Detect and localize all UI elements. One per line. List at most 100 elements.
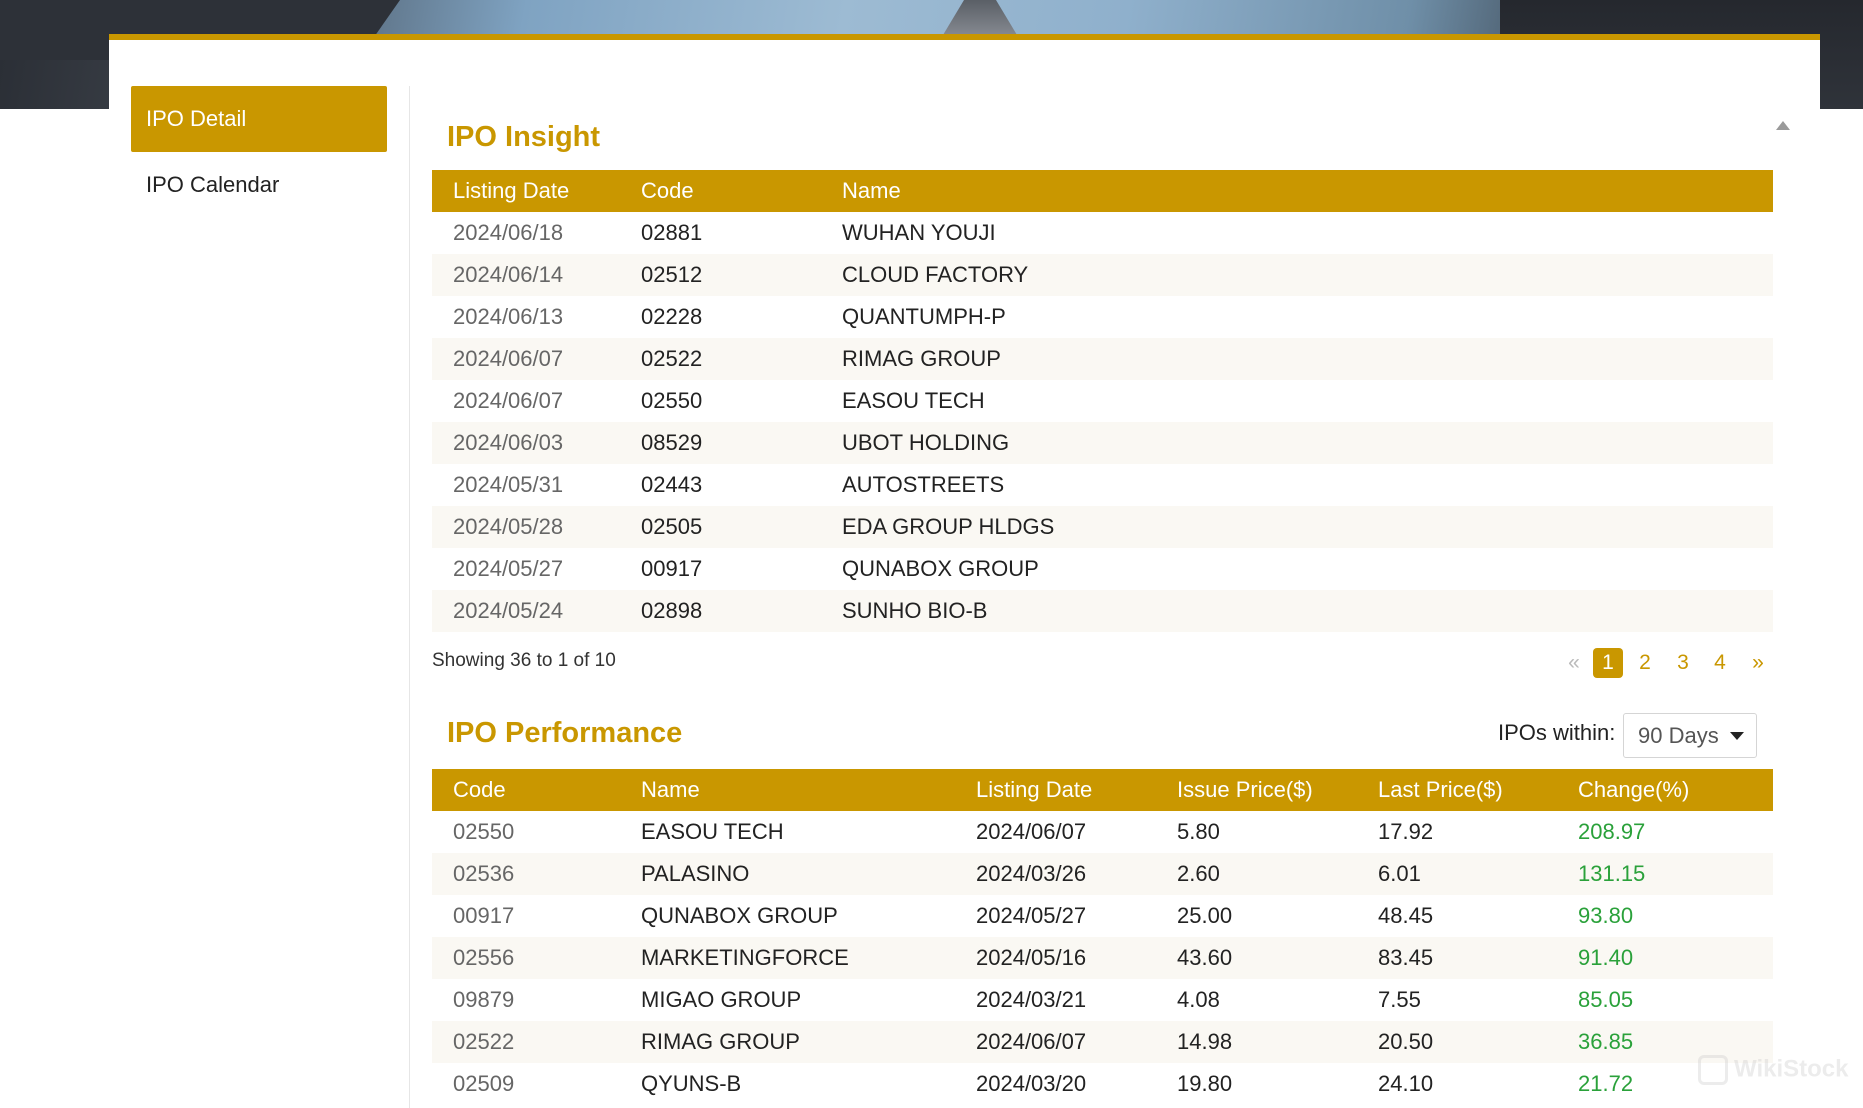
- name-cell[interactable]: QYUNS-B: [641, 1063, 741, 1105]
- table-row[interactable]: 02556 MARKETINGFORCE 2024/05/16 43.60 83.45 9…: [432, 937, 1773, 979]
- code-cell[interactable]: 02512: [641, 254, 702, 296]
- name-cell[interactable]: CLOUD FACTORY: [842, 254, 1028, 296]
- code-cell[interactable]: 00917: [641, 548, 702, 590]
- table-row[interactable]: 2024/06/07 02550 EASOU TECH: [432, 380, 1773, 422]
- table-header: Listing Date Code Name: [432, 170, 1773, 212]
- select-value: 90 Days: [1638, 723, 1719, 748]
- table-row[interactable]: 2024/06/07 02522 RIMAG GROUP: [432, 338, 1773, 380]
- table-row[interactable]: 02536 PALASINO 2024/03/26 2.60 6.01 131.15: [432, 853, 1773, 895]
- issue-price-cell: 14.98: [1177, 1029, 1233, 1054]
- listing-date-cell: 2024/05/31: [453, 472, 564, 497]
- change-cell: 85.05: [1578, 987, 1634, 1012]
- code-cell[interactable]: 02522: [453, 1021, 514, 1063]
- column-header[interactable]: Name: [641, 769, 700, 811]
- listing-date-cell: 2024/05/16: [976, 945, 1087, 970]
- sidebar-item-ipo-detail[interactable]: IPO Detail: [131, 86, 387, 152]
- column-header[interactable]: Name: [842, 170, 901, 212]
- last-price-cell: 48.45: [1378, 903, 1434, 928]
- ipos-within-select[interactable]: 90 Days: [1623, 713, 1757, 758]
- column-header[interactable]: Listing Date: [453, 170, 569, 212]
- table-row[interactable]: 2024/05/24 02898 SUNHO BIO-B: [432, 590, 1773, 632]
- code-cell[interactable]: 02550: [453, 811, 514, 853]
- listing-date-cell: 2024/06/07: [976, 819, 1087, 844]
- name-cell[interactable]: QUNABOX GROUP: [842, 548, 1039, 590]
- table-row[interactable]: 2024/06/03 08529 UBOT HOLDING: [432, 422, 1773, 464]
- change-cell: 36.85: [1578, 1029, 1634, 1054]
- table-row[interactable]: 02550 EASOU TECH 2024/06/07 5.80 17.92 208.97: [432, 811, 1773, 853]
- performance-table: Code Name Listing Date Issue Price($) La…: [432, 769, 1773, 1105]
- name-cell[interactable]: QUNABOX GROUP: [641, 895, 838, 937]
- section-title-performance: IPO Performance: [447, 717, 683, 749]
- code-cell[interactable]: 00917: [453, 895, 514, 937]
- table-row[interactable]: 09879 MIGAO GROUP 2024/03/21 4.08 7.55 85.05: [432, 979, 1773, 1021]
- code-cell[interactable]: 02898: [641, 590, 702, 632]
- scroll-up-arrow-icon[interactable]: [1776, 121, 1790, 130]
- issue-price-cell: 43.60: [1177, 945, 1233, 970]
- next-page-button[interactable]: »: [1748, 648, 1768, 678]
- column-header[interactable]: Code: [453, 769, 506, 811]
- table-row[interactable]: 2024/06/14 02512 CLOUD FACTORY: [432, 254, 1773, 296]
- listing-date-cell: 2024/05/24: [453, 598, 564, 623]
- watermark-logo-icon: [1698, 1055, 1728, 1085]
- column-header[interactable]: Code: [641, 170, 694, 212]
- table-row[interactable]: 00917 QUNABOX GROUP 2024/05/27 25.00 48.45 93…: [432, 895, 1773, 937]
- page-button-current[interactable]: 1: [1593, 648, 1623, 678]
- name-cell[interactable]: EDA GROUP HLDGS: [842, 506, 1054, 548]
- code-cell[interactable]: 02228: [641, 296, 702, 338]
- column-header[interactable]: Last Price($): [1378, 769, 1503, 811]
- code-cell[interactable]: 02505: [641, 506, 702, 548]
- table-row[interactable]: 2024/05/27 00917 QUNABOX GROUP: [432, 548, 1773, 590]
- last-price-cell: 7.55: [1378, 987, 1421, 1012]
- name-cell[interactable]: RIMAG GROUP: [641, 1021, 800, 1063]
- code-cell[interactable]: 02881: [641, 212, 702, 254]
- table-row[interactable]: 2024/05/28 02505 EDA GROUP HLDGS: [432, 506, 1773, 548]
- code-cell[interactable]: 08529: [641, 422, 702, 464]
- page-button[interactable]: 4: [1710, 648, 1730, 678]
- table-row[interactable]: 2024/06/13 02228 QUANTUMPH-P: [432, 296, 1773, 338]
- code-cell[interactable]: 09879: [453, 979, 514, 1021]
- name-cell[interactable]: RIMAG GROUP: [842, 338, 1001, 380]
- table-row[interactable]: 2024/05/31 02443 AUTOSTREETS: [432, 464, 1773, 506]
- watermark: WikiStock: [1698, 1055, 1848, 1085]
- listing-date-cell: 2024/06/13: [453, 304, 564, 329]
- column-header[interactable]: Change(%): [1578, 769, 1689, 811]
- table-header: Code Name Listing Date Issue Price($) La…: [432, 769, 1773, 811]
- name-cell[interactable]: EASOU TECH: [842, 380, 985, 422]
- column-header[interactable]: Issue Price($): [1177, 769, 1313, 811]
- last-price-cell: 24.10: [1378, 1071, 1434, 1096]
- name-cell[interactable]: QUANTUMPH-P: [842, 296, 1006, 338]
- table-body: 2024/06/18 02881 WUHAN YOUJI 2024/06/14 0251…: [432, 212, 1773, 632]
- code-cell[interactable]: 02536: [453, 853, 514, 895]
- sidebar-item-ipo-calendar[interactable]: IPO Calendar: [131, 152, 387, 218]
- name-cell[interactable]: UBOT HOLDING: [842, 422, 1009, 464]
- name-cell[interactable]: WUHAN YOUJI: [842, 212, 996, 254]
- code-cell[interactable]: 02550: [641, 380, 702, 422]
- issue-price-cell: 4.08: [1177, 987, 1220, 1012]
- name-cell[interactable]: MARKETINGFORCE: [641, 937, 849, 979]
- issue-price-cell: 5.80: [1177, 819, 1220, 844]
- name-cell[interactable]: PALASINO: [641, 853, 749, 895]
- change-cell: 93.80: [1578, 903, 1634, 928]
- table-body: 02550 EASOU TECH 2024/06/07 5.80 17.92 208.97…: [432, 811, 1773, 1105]
- page-button[interactable]: 2: [1635, 648, 1655, 678]
- code-cell[interactable]: 02443: [641, 464, 702, 506]
- page-button[interactable]: 3: [1673, 648, 1693, 678]
- name-cell[interactable]: MIGAO GROUP: [641, 979, 801, 1021]
- sidebar: IPO Detail IPO Calendar: [131, 86, 387, 218]
- table-row[interactable]: 02509 QYUNS-B 2024/03/20 19.80 24.10 21.72: [432, 1063, 1773, 1105]
- prev-page-button[interactable]: «: [1564, 648, 1584, 678]
- table-row[interactable]: 02522 RIMAG GROUP 2024/06/07 14.98 20.50 36.8…: [432, 1021, 1773, 1063]
- name-cell[interactable]: EASOU TECH: [641, 811, 784, 853]
- code-cell[interactable]: 02556: [453, 937, 514, 979]
- code-cell[interactable]: 02509: [453, 1063, 514, 1105]
- caret-down-icon: [1730, 732, 1744, 740]
- listing-date-cell: 2024/06/18: [453, 220, 564, 245]
- table-row[interactable]: 2024/06/18 02881 WUHAN YOUJI: [432, 212, 1773, 254]
- divider: [409, 86, 410, 1108]
- code-cell[interactable]: 02522: [641, 338, 702, 380]
- last-price-cell: 17.92: [1378, 819, 1434, 844]
- change-cell: 21.72: [1578, 1071, 1634, 1096]
- name-cell[interactable]: SUNHO BIO-B: [842, 590, 987, 632]
- column-header[interactable]: Listing Date: [976, 769, 1092, 811]
- name-cell[interactable]: AUTOSTREETS: [842, 464, 1004, 506]
